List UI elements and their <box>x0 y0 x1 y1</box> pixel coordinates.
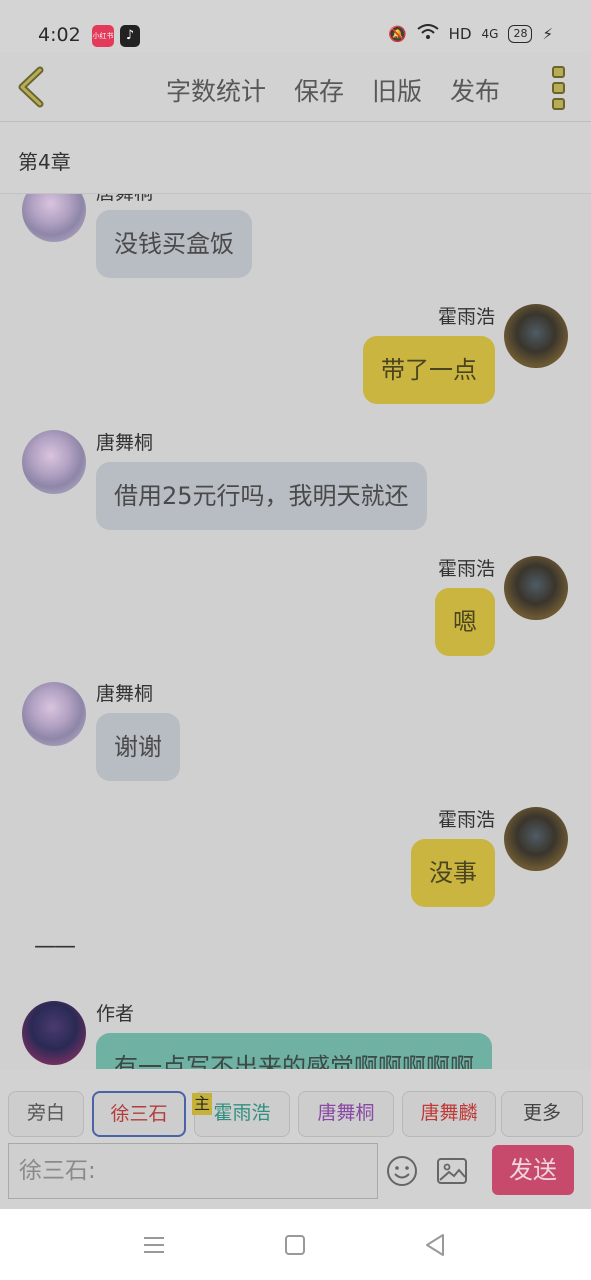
xiaohongshu-app-icon: 小红书 <box>92 25 114 47</box>
image-icon[interactable] <box>436 1157 468 1185</box>
sender-name: 唐舞桐 <box>96 194 153 205</box>
save-button[interactable]: 保存 <box>294 72 344 108</box>
sender-name: 唐舞桐 <box>96 683 154 705</box>
message-bubble[interactable]: 嗯 <box>435 588 495 656</box>
avatar[interactable] <box>22 1001 86 1065</box>
character-selector: 旁白 徐三石 霍雨浩 唐舞桐 唐舞麟 更多 <box>0 1069 591 1141</box>
more-menu-icon[interactable] <box>552 66 566 110</box>
sender-name: 霍雨浩 <box>437 809 495 831</box>
chevron-left-icon <box>18 66 44 108</box>
old-version-button[interactable]: 旧版 <box>372 72 422 108</box>
network-type-label: HD <box>448 25 472 43</box>
mute-icon: 🔕 <box>387 25 407 43</box>
message-bubble[interactable]: 没事 <box>411 839 495 907</box>
header-actions: 字数统计 保存 旧版 发布 <box>166 72 500 108</box>
sender-name: 霍雨浩 <box>437 558 495 580</box>
status-time: 4:02 <box>38 24 81 46</box>
back-nav-icon[interactable] <box>421 1231 449 1259</box>
chapter-bar: 第4章 <box>0 122 591 194</box>
message-bubble[interactable]: 带了一点 <box>363 336 495 404</box>
emoji-icon[interactable] <box>386 1155 418 1187</box>
chapter-title[interactable]: 第4章 <box>18 146 71 175</box>
sender-name: 唐舞桐 <box>96 432 154 454</box>
battery-icon: 28 <box>508 25 533 43</box>
message-input[interactable] <box>8 1143 378 1199</box>
system-nav-bar <box>0 1209 591 1280</box>
message-bubble[interactable]: 有一点写不出来的感觉啊啊啊啊啊 <box>96 1033 492 1069</box>
avatar[interactable] <box>22 682 86 746</box>
avatar[interactable] <box>504 556 568 620</box>
chip-narration[interactable]: 旁白 <box>8 1091 84 1137</box>
chip-more[interactable]: 更多 <box>501 1091 583 1137</box>
message-bubble[interactable]: 没钱买盒饭 <box>96 210 252 278</box>
avatar[interactable] <box>504 304 568 368</box>
word-count-button[interactable]: 字数统计 <box>166 72 266 108</box>
scene-separator: —— <box>34 934 76 959</box>
chip-xu-sanshi[interactable]: 徐三石 <box>92 1091 186 1137</box>
avatar[interactable] <box>22 194 86 242</box>
back-button[interactable] <box>14 66 48 108</box>
chip-tang-wutong[interactable]: 唐舞桐 <box>298 1091 394 1137</box>
home-icon[interactable] <box>281 1231 309 1259</box>
sender-name: 霍雨浩 <box>437 306 495 328</box>
message-bubble[interactable]: 借用25元行吗，我明天就还 <box>96 462 427 530</box>
chat-area[interactable]: 唐舞桐 没钱买盒饭 霍雨浩 带了一点 唐舞桐 借用25元行吗，我明天就还 霍雨浩… <box>0 194 591 1069</box>
editor-header: 字数统计 保存 旧版 发布 <box>0 52 591 122</box>
message-bubble[interactable]: 谢谢 <box>96 713 180 781</box>
status-bar: 4:02 小红书 ♪ 🔕 HD 4G 28 ⚡ <box>0 0 591 52</box>
status-icons: 🔕 HD 4G 28 ⚡ <box>388 24 553 44</box>
avatar[interactable] <box>22 430 86 494</box>
menu-icon[interactable] <box>140 1231 168 1259</box>
signal-icon: 4G <box>481 27 499 41</box>
charging-icon: ⚡ <box>542 25 553 43</box>
avatar[interactable] <box>504 807 568 871</box>
sender-name: 作者 <box>96 1003 135 1025</box>
send-button[interactable]: 发送 <box>492 1145 574 1195</box>
publish-button[interactable]: 发布 <box>450 72 500 108</box>
chip-tang-wulin[interactable]: 唐舞麟 <box>402 1091 496 1137</box>
input-bar: 发送 <box>0 1141 591 1209</box>
main-character-badge: 主 <box>192 1093 212 1115</box>
wifi-icon <box>417 24 439 44</box>
tiktok-app-icon: ♪ <box>120 25 140 47</box>
